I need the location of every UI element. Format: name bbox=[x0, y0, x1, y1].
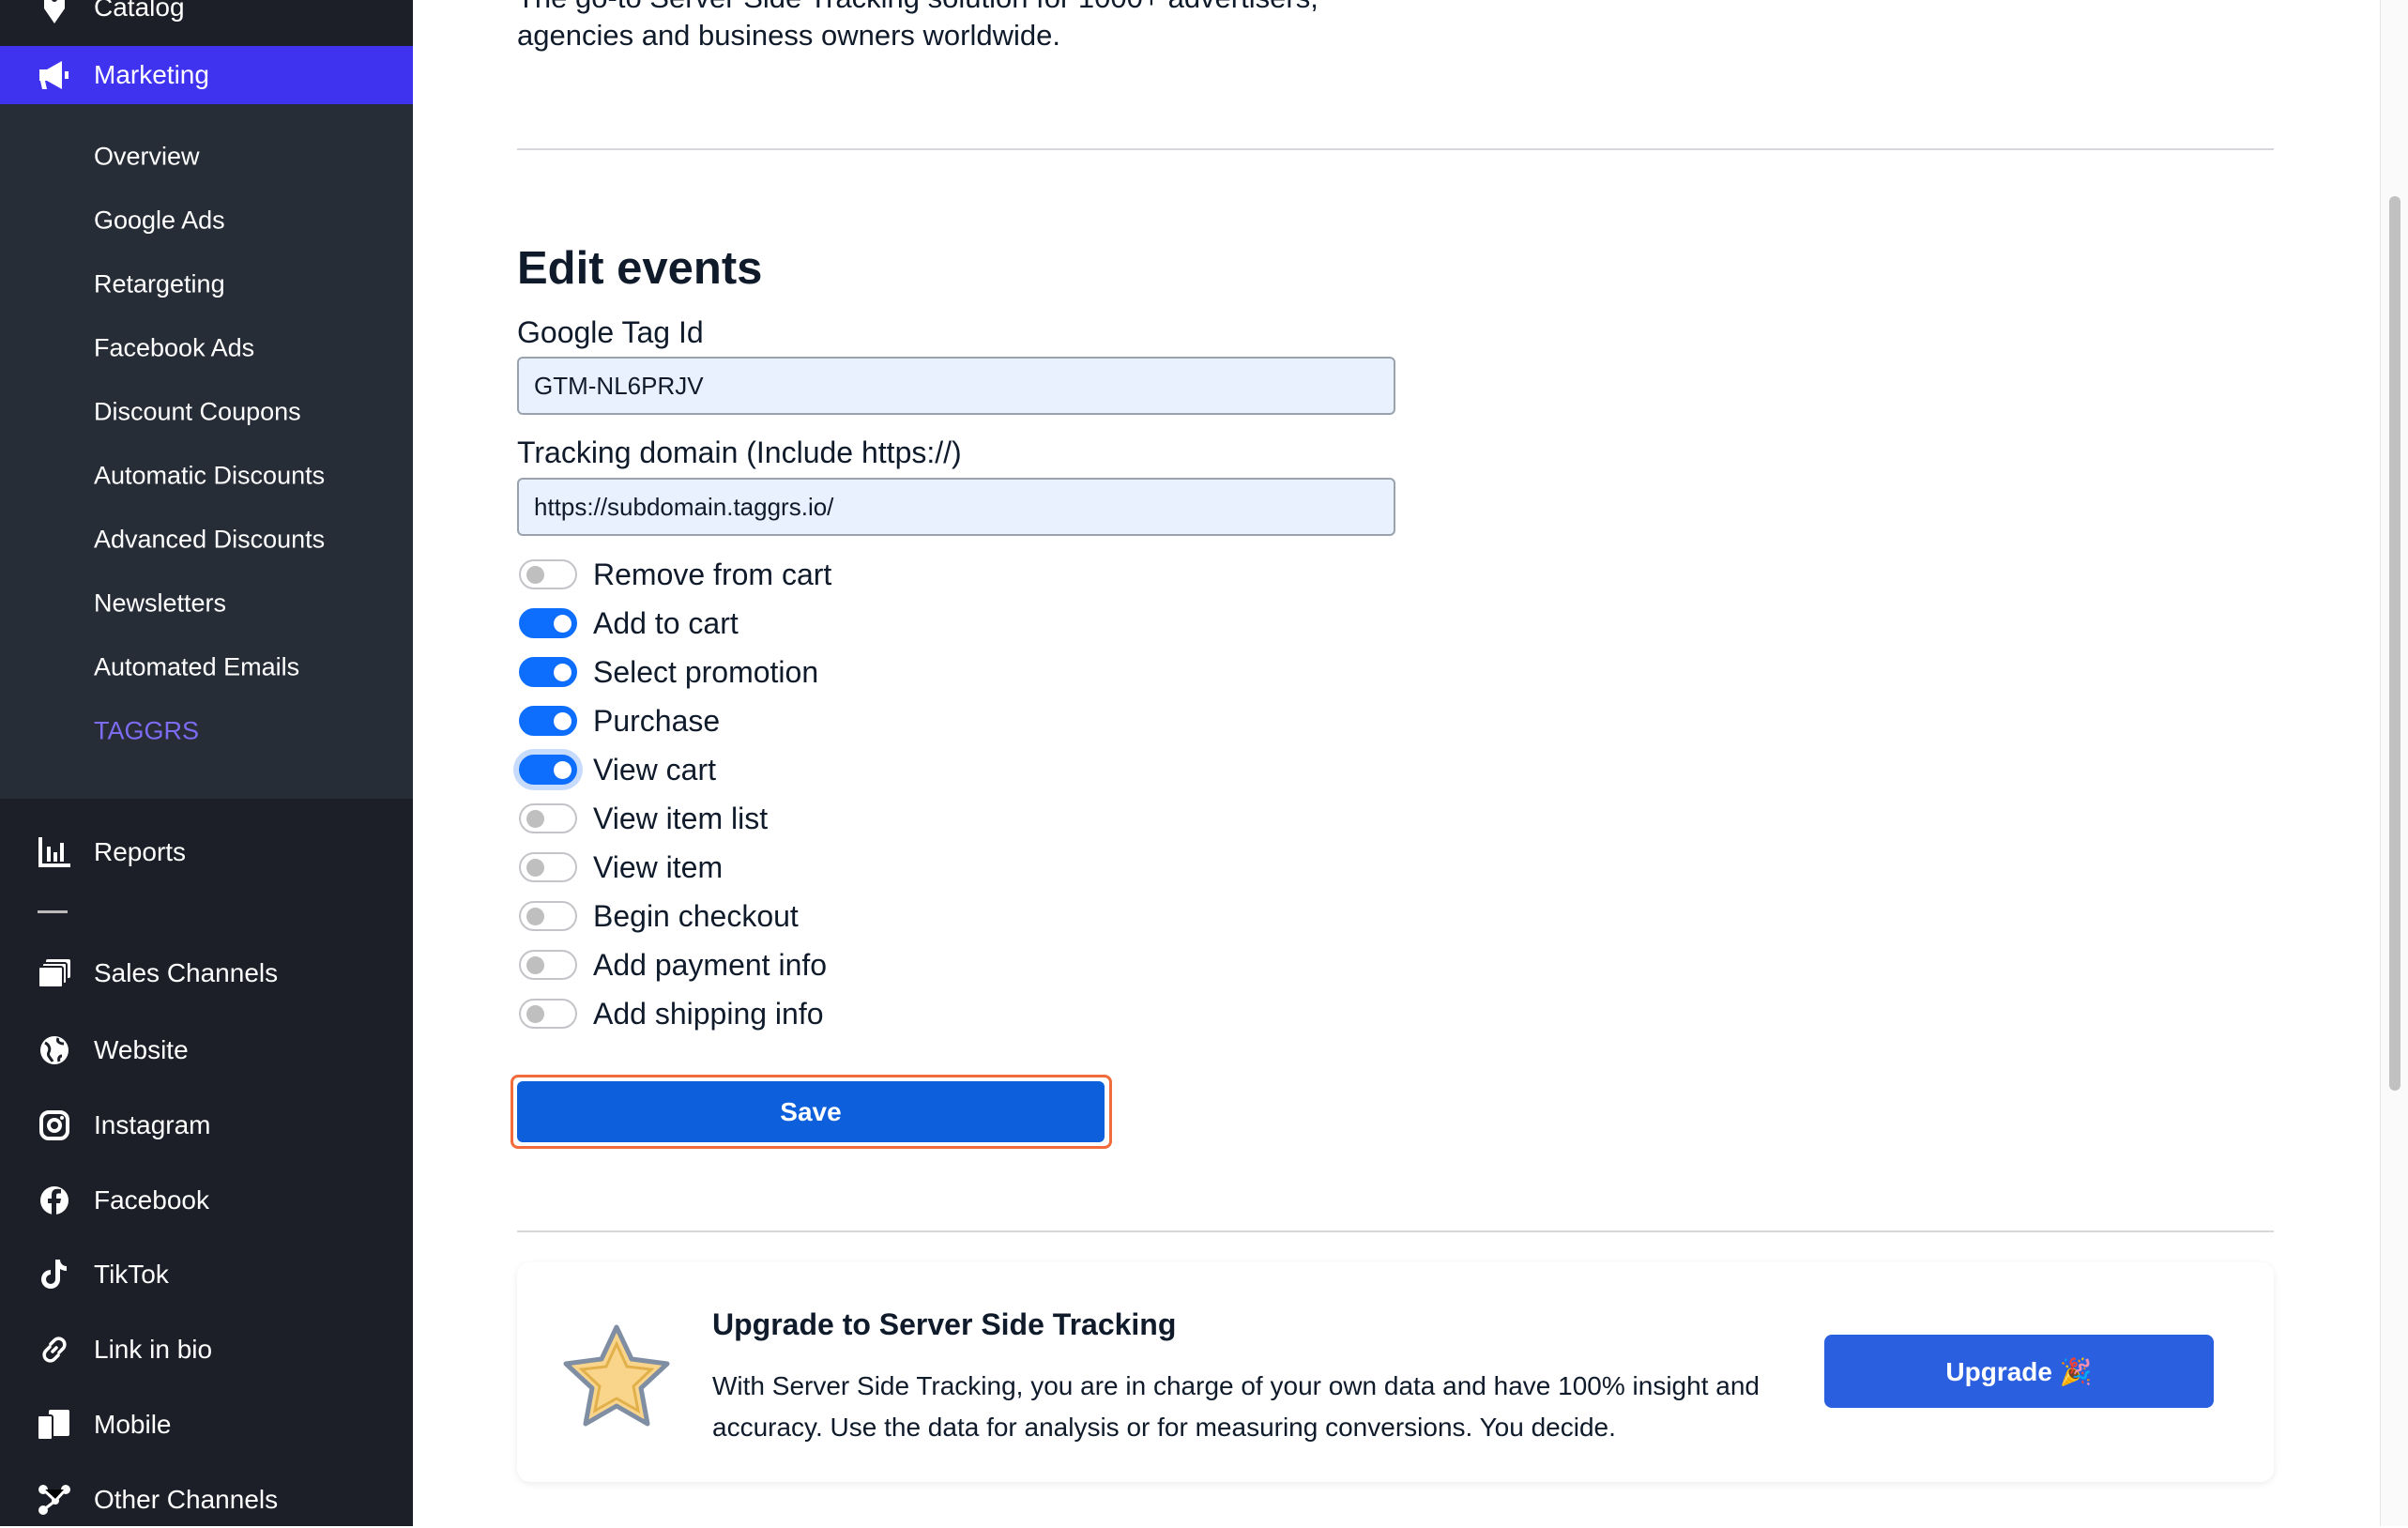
event-toggle-row: Select promotion bbox=[519, 653, 818, 691]
toggle-switch[interactable] bbox=[519, 559, 577, 589]
divider bbox=[517, 148, 2274, 150]
toggle-knob bbox=[526, 859, 544, 877]
sidebar-item-catalog[interactable]: Catalog bbox=[0, 0, 413, 36]
sidebar-item-link-in-bio[interactable]: Link in bio bbox=[0, 1322, 413, 1378]
toggle-knob bbox=[554, 615, 572, 633]
google-tag-label: Google Tag Id bbox=[517, 315, 704, 349]
divider bbox=[517, 1230, 2274, 1232]
toggle-knob bbox=[526, 956, 544, 974]
toggle-switch[interactable] bbox=[519, 706, 577, 736]
toggle-knob bbox=[526, 810, 544, 828]
submenu-item-discount-coupons[interactable]: Discount Coupons bbox=[94, 398, 301, 427]
upgrade-card: Upgrade to Server Side Tracking With Ser… bbox=[517, 1262, 2274, 1482]
upgrade-description: With Server Side Tracking, you are in ch… bbox=[712, 1371, 1760, 1442]
toggle-switch[interactable] bbox=[519, 852, 577, 882]
tracking-domain-label: Tracking domain (Include https://) bbox=[517, 435, 962, 469]
submenu-item-automated-emails[interactable]: Automated Emails bbox=[94, 653, 299, 682]
event-label: Select promotion bbox=[593, 654, 819, 689]
toggle-switch[interactable] bbox=[519, 950, 577, 980]
toggle-switch[interactable] bbox=[519, 657, 577, 687]
toggle-knob bbox=[554, 712, 572, 730]
star-icon bbox=[563, 1324, 670, 1427]
submenu-item-newsletters[interactable]: Newsletters bbox=[94, 589, 226, 619]
submenu-item-facebook-ads[interactable]: Facebook Ads bbox=[94, 334, 254, 363]
toggle-knob bbox=[526, 566, 544, 584]
toggle-knob bbox=[526, 1005, 544, 1023]
submenu-item-advanced-discounts[interactable]: Advanced Discounts bbox=[94, 526, 325, 555]
tiktok-icon bbox=[36, 1256, 73, 1293]
instagram-icon bbox=[36, 1107, 73, 1144]
submenu-item-automatic-discounts[interactable]: Automatic Discounts bbox=[94, 462, 325, 491]
sidebar: Catalog Marketing Overview Google Ads Reta… bbox=[0, 0, 413, 1526]
toggle-knob bbox=[526, 908, 544, 925]
scrollbar[interactable] bbox=[2380, 0, 2408, 1526]
event-label: Begin checkout bbox=[593, 898, 799, 933]
upgrade-title: Upgrade to Server Side Tracking bbox=[712, 1307, 1177, 1341]
event-label: Add shipping info bbox=[593, 996, 824, 1031]
event-toggle-row: View item bbox=[519, 848, 723, 886]
toggle-switch[interactable] bbox=[519, 999, 577, 1029]
sidebar-item-website[interactable]: Website bbox=[0, 1022, 413, 1078]
event-label: View item bbox=[593, 849, 724, 884]
event-toggle-row: Add payment info bbox=[519, 946, 827, 984]
mobile-icon bbox=[36, 1406, 73, 1444]
page-title: Edit events bbox=[517, 243, 763, 294]
event-label: Add to cart bbox=[593, 605, 739, 640]
submenu-item-taggrs[interactable]: TAGGRS bbox=[94, 717, 199, 746]
google-tag-input[interactable] bbox=[517, 357, 1395, 415]
tag-icon bbox=[36, 0, 73, 26]
event-toggle-row: Add shipping info bbox=[519, 995, 824, 1032]
sidebar-item-instagram[interactable]: Instagram bbox=[0, 1097, 413, 1154]
link-icon bbox=[36, 1331, 73, 1368]
sidebar-item-marketing[interactable]: Marketing bbox=[0, 46, 413, 104]
intro-text-line1: The go-to Server Side Tracking solution … bbox=[517, 0, 1318, 15]
sales-channels-icon bbox=[36, 955, 73, 992]
sidebar-item-facebook[interactable]: Facebook bbox=[0, 1172, 413, 1229]
event-label: Add payment info bbox=[593, 947, 828, 982]
sidebar-item-reports[interactable]: Reports bbox=[0, 824, 413, 880]
toggle-switch[interactable] bbox=[519, 608, 577, 638]
event-toggle-row: Begin checkout bbox=[519, 897, 799, 935]
event-label: Remove from cart bbox=[593, 557, 832, 591]
globe-icon bbox=[36, 1031, 73, 1069]
toggle-switch[interactable] bbox=[519, 901, 577, 931]
sidebar-item-sales-channels[interactable]: Sales Channels bbox=[0, 945, 413, 1001]
tracking-domain-input[interactable] bbox=[517, 478, 1395, 536]
save-button[interactable]: Save bbox=[517, 1081, 1105, 1142]
main-content: The go-to Server Side Tracking solution … bbox=[413, 0, 2408, 1526]
intro-text-line2: agencies and business owners worldwide. bbox=[517, 19, 1060, 52]
toggle-knob bbox=[554, 664, 572, 681]
event-toggle-row: View item list bbox=[519, 800, 768, 837]
scrollbar-thumb[interactable] bbox=[2389, 196, 2400, 1091]
facebook-icon bbox=[36, 1182, 73, 1219]
event-toggle-row: Purchase bbox=[519, 702, 720, 740]
bar-chart-icon bbox=[36, 833, 73, 871]
megaphone-icon bbox=[36, 56, 73, 94]
sidebar-item-tiktok[interactable]: TikTok bbox=[0, 1246, 413, 1303]
toggle-switch[interactable] bbox=[519, 755, 577, 785]
toggle-switch[interactable] bbox=[519, 803, 577, 833]
toggle-knob bbox=[554, 761, 572, 779]
sidebar-item-mobile[interactable]: Mobile bbox=[0, 1397, 413, 1453]
marketing-submenu: Overview Google Ads Retargeting Facebook Ad… bbox=[0, 104, 413, 799]
event-toggle-row: View cart bbox=[519, 751, 716, 788]
other-channels-icon bbox=[36, 1481, 73, 1519]
event-label: View cart bbox=[593, 752, 717, 787]
submenu-item-google-ads[interactable]: Google Ads bbox=[94, 206, 225, 236]
event-toggle-row: Add to cart bbox=[519, 604, 739, 642]
event-label: View item list bbox=[593, 801, 769, 835]
upgrade-button[interactable]: Upgrade 🎉 bbox=[1824, 1335, 2214, 1408]
sidebar-divider bbox=[38, 910, 68, 913]
submenu-item-overview[interactable]: Overview bbox=[94, 143, 200, 172]
event-label: Purchase bbox=[593, 703, 721, 738]
submenu-item-retargeting[interactable]: Retargeting bbox=[94, 270, 225, 299]
event-toggle-row: Remove from cart bbox=[519, 556, 831, 593]
sidebar-item-other-channels[interactable]: Other Channels bbox=[0, 1472, 413, 1528]
